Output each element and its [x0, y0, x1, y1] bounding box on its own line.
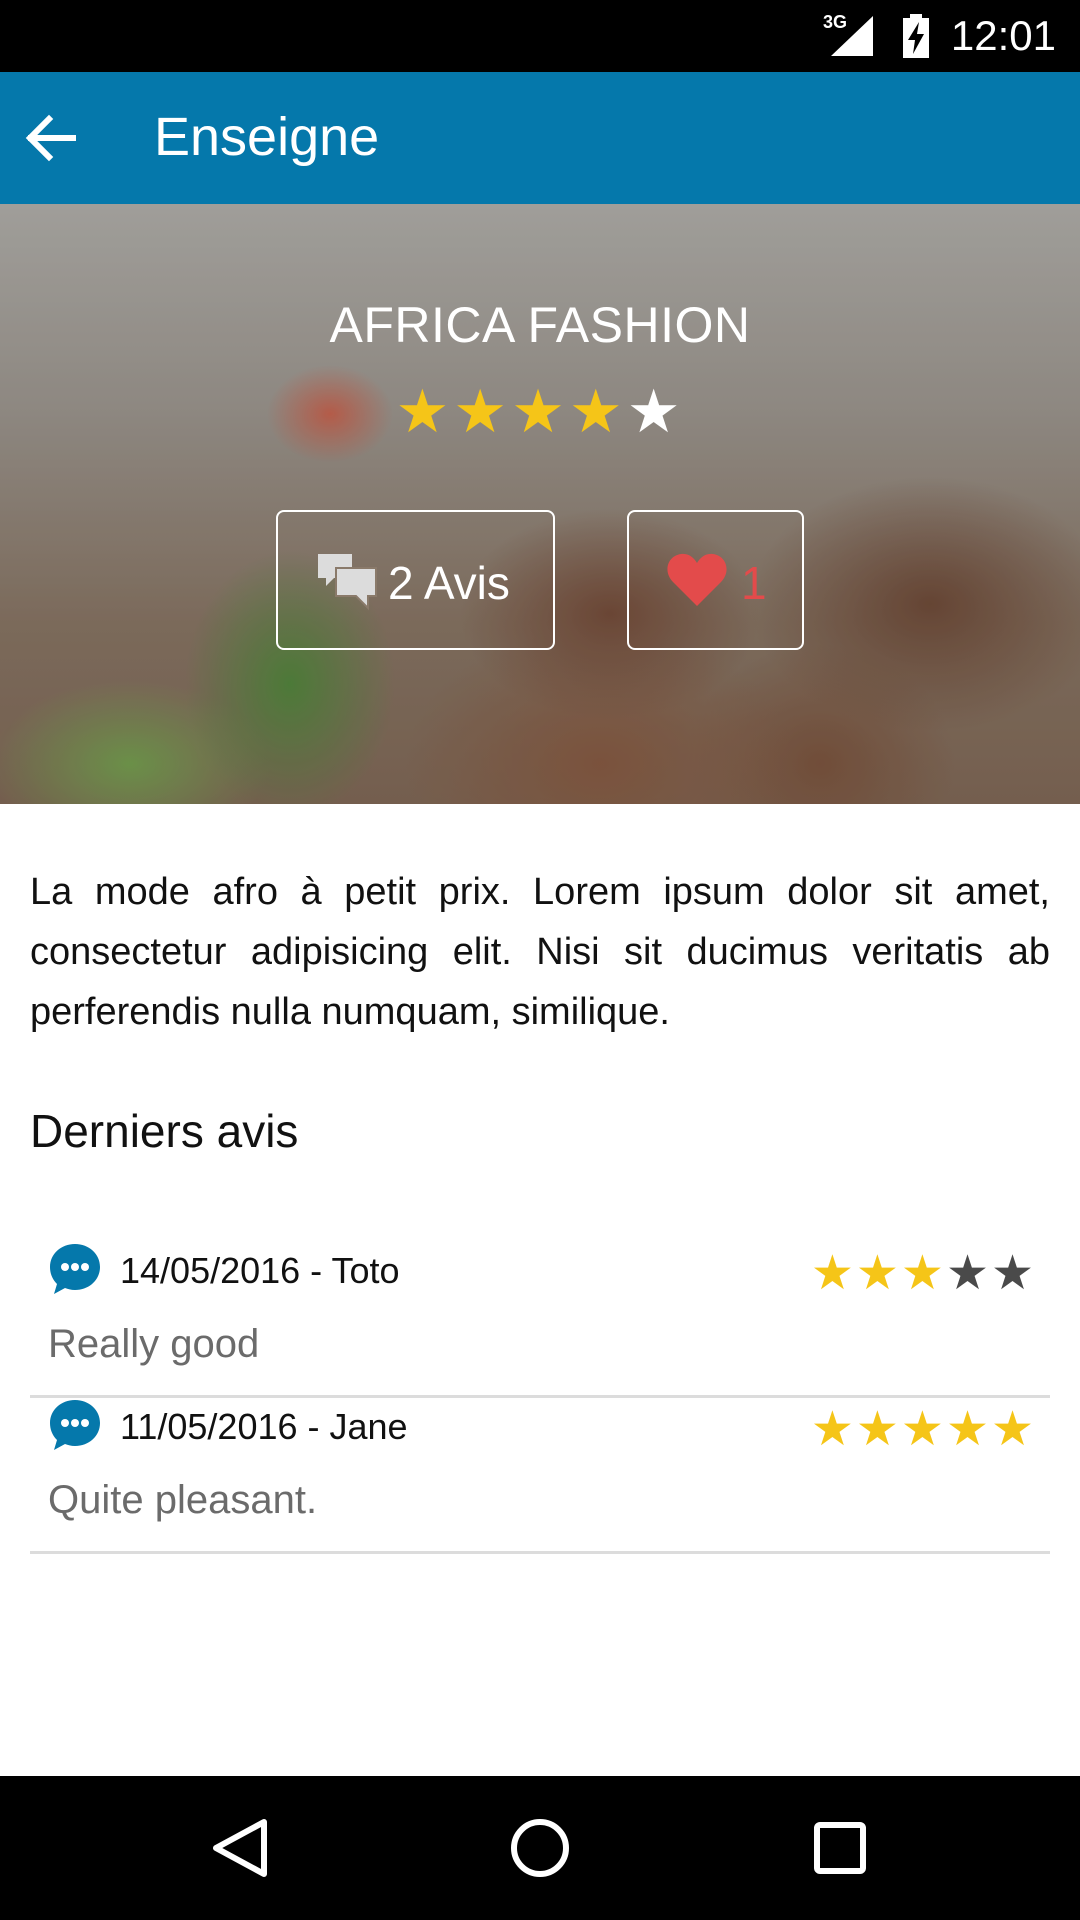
star-icon: ★	[511, 378, 569, 445]
star-icon: ★	[810, 1403, 856, 1456]
reviews-section-title: Derniers avis	[30, 1105, 299, 1157]
nav-home-button[interactable]	[496, 1804, 584, 1892]
status-bar: 3G 12:01	[0, 0, 1080, 72]
review-item[interactable]: 14/05/2016 - Toto ★★★★★ Really good	[30, 1242, 1050, 1398]
likes-count: 1	[741, 557, 767, 609]
status-time: 12:01	[950, 12, 1056, 59]
star-icon: ★	[395, 378, 454, 445]
star-icon: ★	[810, 1247, 856, 1300]
signal-icon	[831, 16, 873, 56]
chat-dots-icon	[50, 1400, 100, 1450]
star-icon: ★	[453, 378, 512, 445]
star-icon: ★	[900, 1403, 946, 1456]
review-rating: ★★★★★	[811, 1250, 1036, 1298]
review-meta: 11/05/2016 - Jane	[120, 1406, 408, 1447]
chat-bubbles-icon	[318, 554, 377, 611]
star-icon: ★	[945, 1247, 991, 1300]
page-title: Enseigne	[154, 107, 380, 167]
review-meta: 14/05/2016 - Toto	[120, 1250, 400, 1291]
reviews-button[interactable]: 2 Avis	[276, 510, 555, 650]
nav-recents-button[interactable]	[796, 1804, 884, 1892]
review-rating: ★★★★★	[811, 1406, 1036, 1454]
review-text: Really good	[48, 1322, 260, 1366]
hero-image-overlay	[0, 204, 1080, 804]
circle-home-icon	[511, 1819, 569, 1877]
like-button[interactable]: 1	[627, 510, 804, 650]
store-rating: ★★★★★	[0, 382, 1080, 442]
battery-icon	[903, 14, 929, 58]
star-icon: ★	[626, 378, 685, 445]
back-button[interactable]	[14, 102, 86, 174]
heart-icon	[667, 553, 727, 606]
store-description: La mode afro à petit prix. Lorem ipsum d…	[30, 871, 1050, 1033]
app-bar: Enseigne	[0, 72, 1080, 204]
square-recents-icon	[814, 1822, 866, 1874]
star-icon: ★	[568, 378, 627, 445]
store-header: AFRICA FASHION ★★★★★ 2 Avis 1	[0, 204, 1080, 804]
triangle-back-icon	[213, 1819, 267, 1877]
reviews-button-label: 2 Avis	[388, 557, 510, 609]
star-icon: ★	[855, 1403, 901, 1456]
network-indicator: 3G	[823, 12, 875, 58]
star-icon: ★	[945, 1403, 991, 1456]
review-item[interactable]: 11/05/2016 - Jane ★★★★★ Quite pleasant.	[30, 1398, 1050, 1554]
star-icon: ★	[900, 1247, 946, 1300]
star-icon: ★	[990, 1403, 1036, 1456]
star-icon: ★	[990, 1247, 1036, 1300]
review-text: Quite pleasant.	[48, 1478, 318, 1522]
app-root: 3G 12:01 Enseigne AFRICA FASHION ★★★★★ 2…	[0, 0, 1080, 1920]
star-icon: ★	[855, 1247, 901, 1300]
system-nav-bar	[0, 1776, 1080, 1920]
nav-back-button[interactable]	[196, 1804, 284, 1892]
chat-dots-icon	[50, 1244, 100, 1294]
store-name: AFRICA FASHION	[329, 297, 751, 353]
arrow-left-icon	[25, 114, 76, 162]
